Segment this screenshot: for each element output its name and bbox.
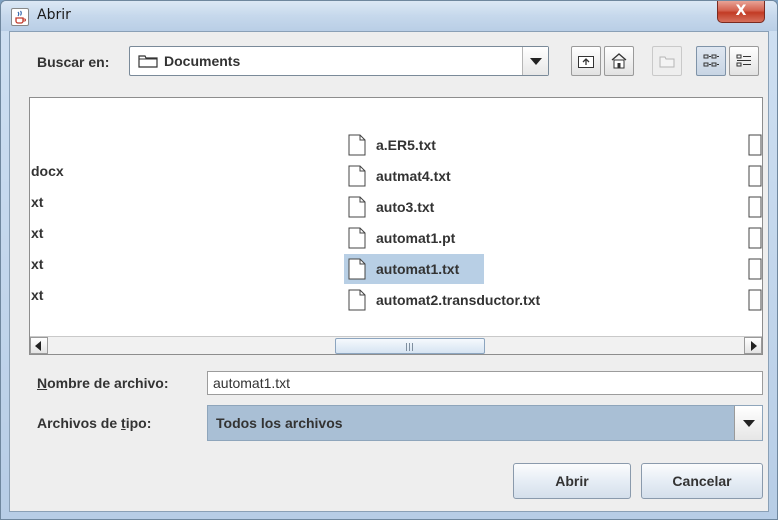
look-in-label: Buscar en: xyxy=(37,54,110,70)
home-icon xyxy=(611,53,627,69)
list-view-icon xyxy=(703,54,719,67)
close-button[interactable]: X xyxy=(717,1,765,23)
file-name: automat2.transductor.txt xyxy=(376,292,541,308)
list-item[interactable]: xt xyxy=(31,194,43,210)
arrow-left-icon xyxy=(35,341,41,351)
grip-icon xyxy=(409,343,410,351)
cancel-button[interactable]: Cancelar xyxy=(641,463,763,499)
document-icon xyxy=(348,227,366,249)
document-icon xyxy=(348,134,366,156)
document-icon xyxy=(348,165,366,187)
look-in-combobox[interactable]: Documents xyxy=(129,46,549,76)
horizontal-scrollbar[interactable] xyxy=(30,336,762,354)
document-icon xyxy=(348,196,366,218)
up-folder-icon xyxy=(578,56,594,68)
file-list[interactable]: docx xt xt xt xt a.ER5.txt autmat4.txt a… xyxy=(29,97,763,355)
filetype-dropdown-button[interactable] xyxy=(734,406,762,440)
filetype-combobox[interactable]: Todos los archivos xyxy=(207,405,763,441)
file-name: automat1.pt xyxy=(376,230,456,246)
list-view-button[interactable] xyxy=(696,46,726,76)
document-icon xyxy=(348,258,366,280)
new-folder-icon xyxy=(659,56,675,68)
arrow-right-icon xyxy=(751,341,757,351)
folder-icon xyxy=(138,55,158,68)
open-button[interactable]: Abrir xyxy=(513,463,631,499)
scroll-left-button[interactable] xyxy=(30,337,48,354)
document-icon xyxy=(748,134,762,311)
document-icon xyxy=(348,289,366,311)
chevron-down-icon xyxy=(530,58,542,65)
title-bar[interactable]: Abrir X xyxy=(1,1,777,31)
file-name: automat1.txt xyxy=(376,261,460,277)
filetype-value: Todos los archivos xyxy=(216,415,343,431)
open-dialog-window: Abrir X Buscar en: Documents docx xt xt … xyxy=(0,0,778,520)
home-button[interactable] xyxy=(604,46,634,76)
look-in-value: Documents xyxy=(164,53,241,69)
scrollbar-thumb[interactable] xyxy=(335,338,485,354)
details-view-icon xyxy=(736,54,751,67)
details-view-button[interactable] xyxy=(729,46,759,76)
java-cup-icon xyxy=(11,8,29,26)
filetype-label: Archivos de tipo: xyxy=(37,415,152,431)
filename-label: Nombre de archivo: xyxy=(37,375,169,391)
window-title: Abrir xyxy=(37,7,71,23)
up-folder-button[interactable] xyxy=(571,46,601,76)
list-item[interactable]: xt xyxy=(31,225,43,241)
list-item[interactable]: xt xyxy=(31,256,43,272)
new-folder-button[interactable] xyxy=(652,46,682,76)
list-item[interactable]: xt xyxy=(31,287,43,303)
chevron-down-icon xyxy=(743,420,755,427)
file-name: autmat4.txt xyxy=(376,168,451,184)
filename-input[interactable] xyxy=(207,371,763,395)
look-in-dropdown-button[interactable] xyxy=(522,47,548,75)
file-name: a.ER5.txt xyxy=(376,137,436,153)
file-name: auto3.txt xyxy=(376,199,435,215)
list-item[interactable]: docx xyxy=(31,163,64,179)
scroll-right-button[interactable] xyxy=(744,337,762,354)
